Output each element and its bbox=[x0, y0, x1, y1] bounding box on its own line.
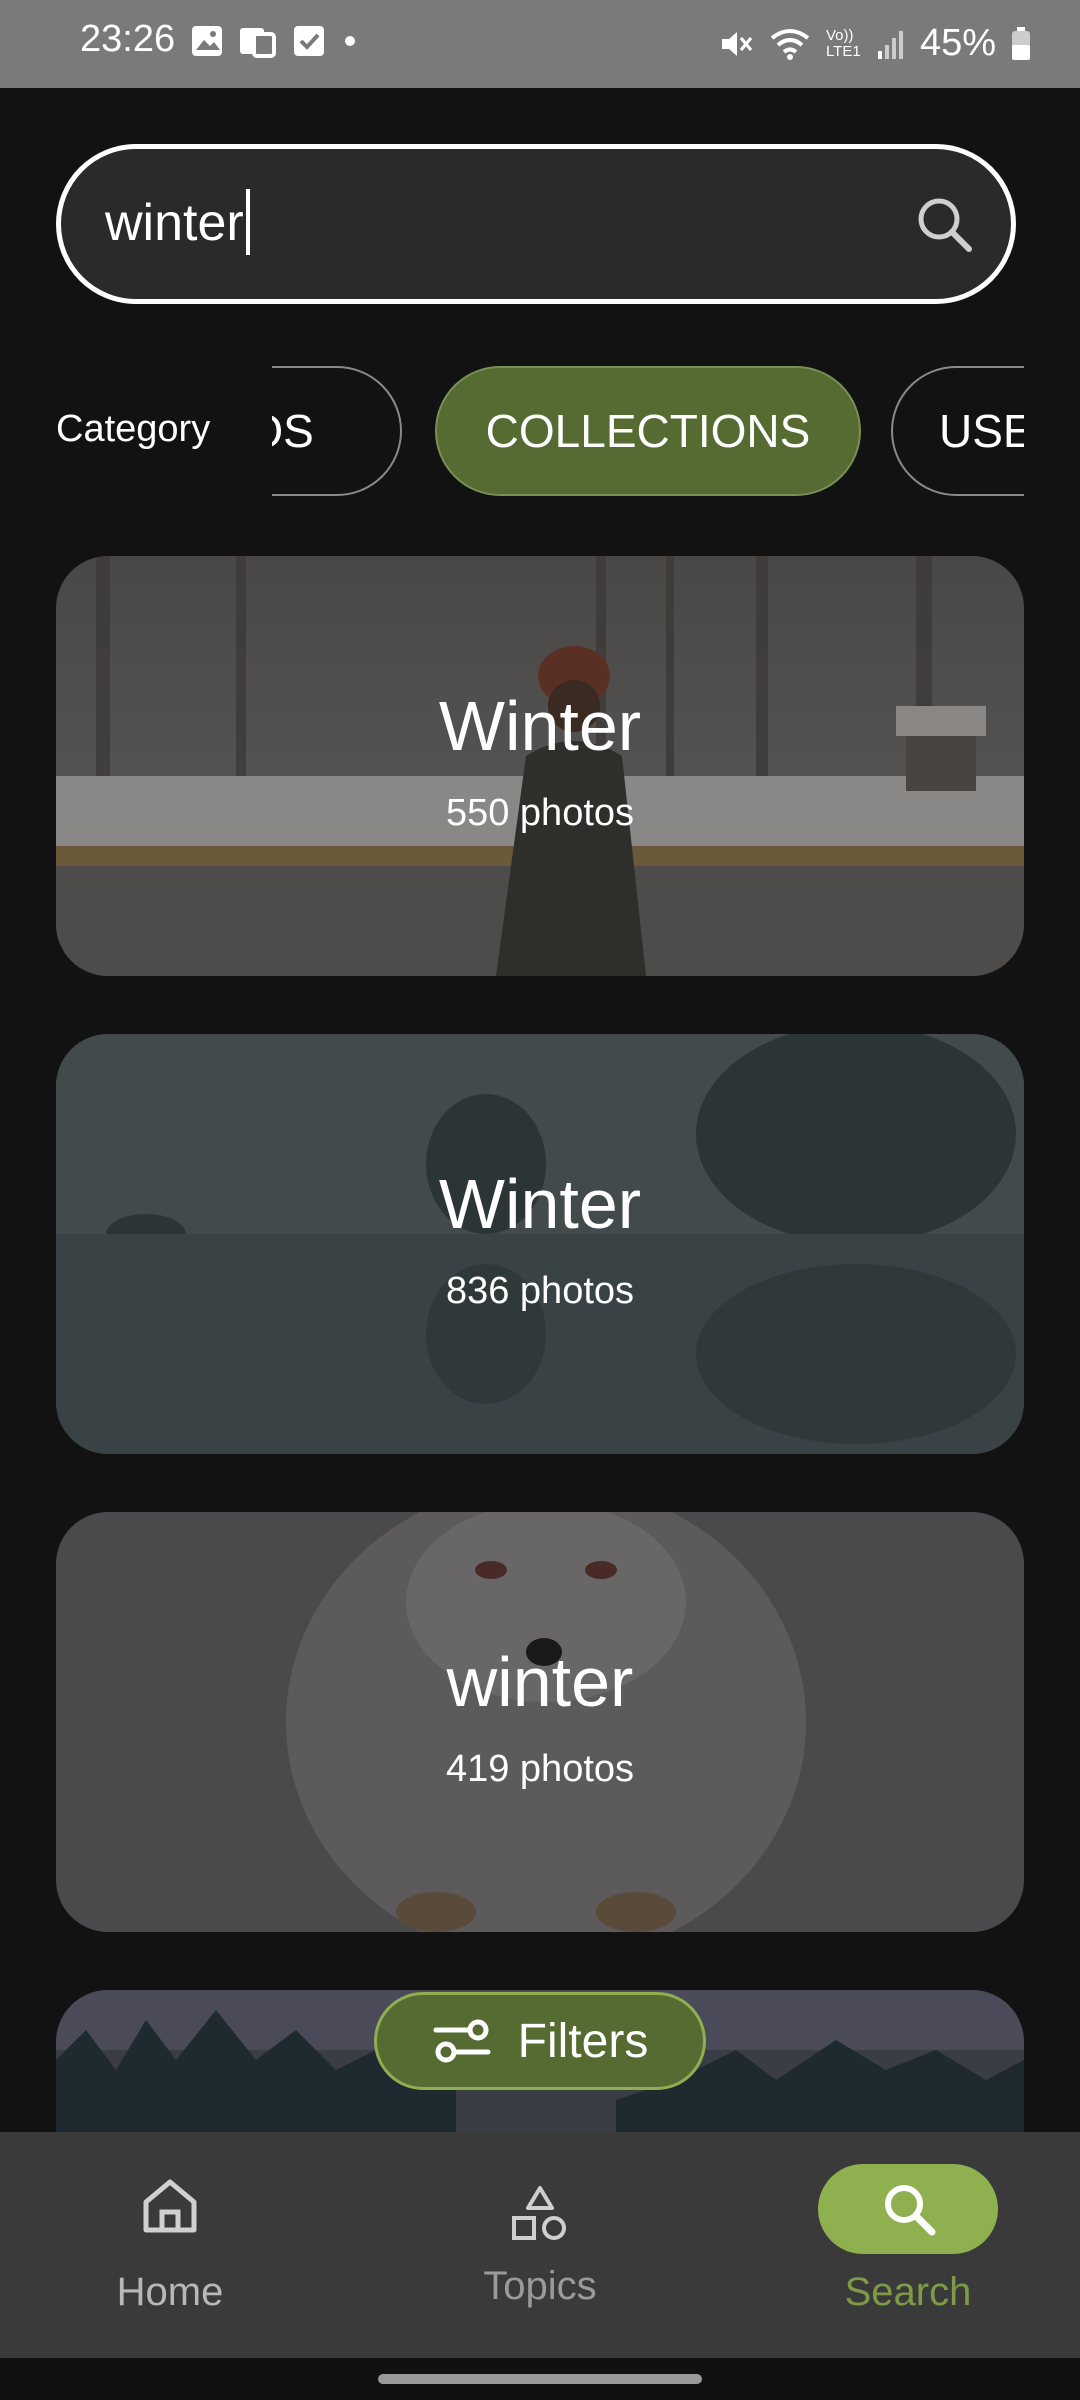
bottom-navigation: Home Topics Search bbox=[0, 2132, 1080, 2358]
nav-topics[interactable]: Topics bbox=[390, 2132, 690, 2358]
filters-icon bbox=[433, 2019, 491, 2063]
mute-icon bbox=[721, 31, 753, 56]
device-icon bbox=[240, 28, 276, 58]
nav-search[interactable]: Search bbox=[758, 2132, 1058, 2358]
status-icons-left bbox=[190, 24, 360, 58]
checkbox-icon bbox=[294, 26, 324, 56]
nav-home-label: Home bbox=[116, 2270, 224, 2314]
nav-search-indicator bbox=[818, 2164, 998, 2254]
status-icons-right: Vo)) LTE1 45% bbox=[718, 22, 1032, 65]
volte-icon: Vo)) LTE1 bbox=[825, 26, 861, 60]
chip-collections[interactable]: COLLECTIONS bbox=[435, 366, 861, 496]
collection-photo-count: 419 photos bbox=[445, 1748, 635, 1790]
signal-icon bbox=[877, 30, 903, 59]
category-chips[interactable]: TOS COLLECTIONS USE bbox=[272, 364, 1024, 502]
status-time: 23:26 bbox=[80, 18, 176, 60]
nav-topics-label: Topics bbox=[483, 2264, 597, 2308]
collection-cover-image bbox=[56, 1512, 1024, 1932]
dot-icon bbox=[345, 36, 355, 46]
chip-users[interactable]: USE bbox=[891, 366, 1024, 496]
chip-photos[interactable]: TOS bbox=[272, 366, 402, 496]
collection-cover-image bbox=[56, 1034, 1024, 1454]
shapes-icon bbox=[512, 2186, 566, 2240]
search-icon bbox=[885, 2185, 936, 2236]
status-bar: 23:26 Vo)) LTE1 45% bbox=[0, 0, 1080, 88]
battery-text: 45% bbox=[919, 22, 996, 64]
category-label: Category bbox=[56, 408, 211, 450]
collection-card[interactable]: winter 419 photos bbox=[56, 1512, 1024, 1932]
gesture-bar[interactable] bbox=[378, 2374, 702, 2384]
text-caret bbox=[245, 189, 250, 256]
home-icon bbox=[143, 2179, 197, 2233]
collection-title: Winter bbox=[438, 1165, 642, 1243]
filters-button[interactable]: Filters bbox=[374, 1992, 706, 2090]
search-input-value: winter bbox=[105, 194, 244, 252]
collection-photo-count: 550 photos bbox=[445, 792, 635, 834]
collection-photo-count: 836 photos bbox=[445, 1270, 635, 1312]
nav-search-label: Search bbox=[844, 2270, 972, 2314]
nav-home[interactable]: Home bbox=[20, 2132, 320, 2358]
filters-label: Filters bbox=[517, 2014, 649, 2068]
collection-title: winter bbox=[446, 1643, 634, 1721]
search-input[interactable]: winter bbox=[56, 144, 1016, 304]
gallery-icon bbox=[192, 26, 222, 56]
search-submit-button[interactable] bbox=[909, 189, 981, 261]
collection-title: Winter bbox=[438, 687, 642, 765]
collection-card[interactable]: Winter 550 photos bbox=[56, 556, 1024, 976]
battery-icon bbox=[1012, 26, 1030, 60]
collection-cover-image bbox=[56, 556, 1024, 976]
search-icon bbox=[918, 198, 972, 252]
wifi-icon bbox=[770, 28, 810, 60]
collection-card[interactable]: Winter 836 photos bbox=[56, 1034, 1024, 1454]
